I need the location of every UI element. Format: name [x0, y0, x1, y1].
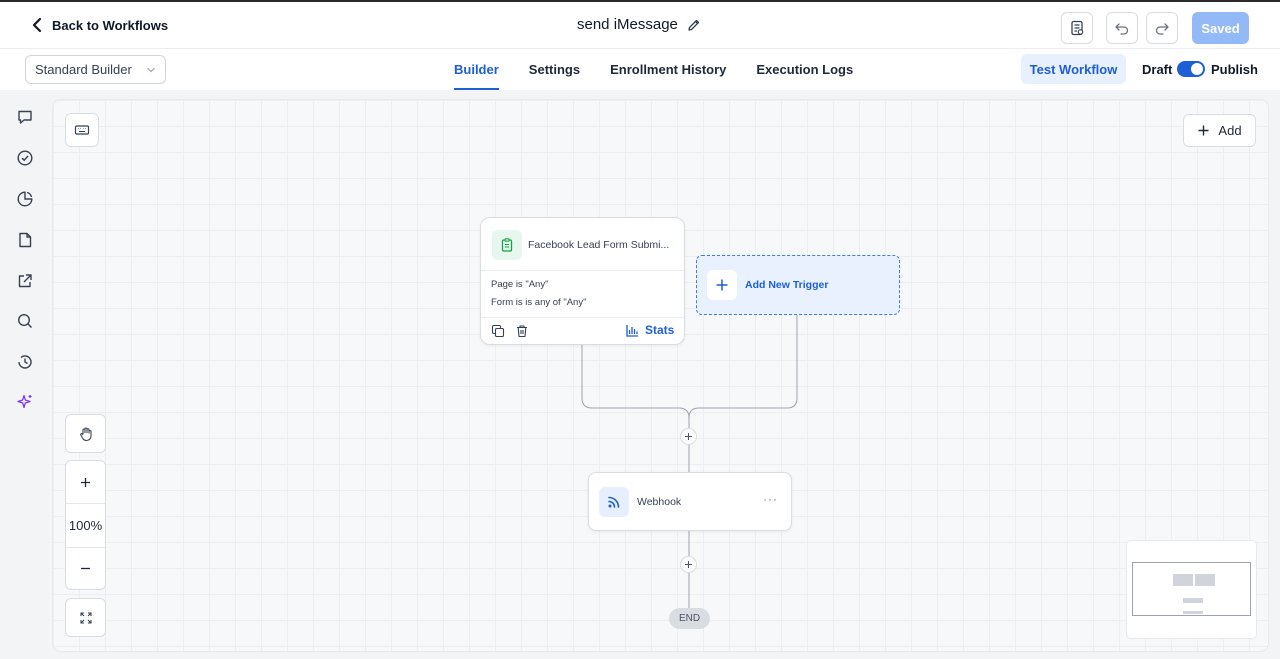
- redo-icon: [1155, 23, 1169, 35]
- pan-mode-button[interactable]: [65, 414, 106, 453]
- trigger-condition: Form is is any of "Any": [491, 297, 587, 308]
- plus-icon: [685, 561, 692, 568]
- publish-label: Publish: [1211, 62, 1258, 77]
- minimap-node: [1173, 574, 1193, 586]
- bar-chart-icon: [626, 324, 638, 337]
- pencil-icon[interactable]: [687, 18, 701, 32]
- chat-icon[interactable]: [16, 108, 34, 126]
- plus-icon: [685, 433, 692, 440]
- sparkles-icon[interactable]: [16, 393, 34, 411]
- check-circle-icon[interactable]: [16, 149, 34, 167]
- connector-lines: [581, 315, 798, 608]
- builder-mode-value: Standard Builder: [35, 62, 132, 77]
- more-options-button[interactable]: ···: [763, 492, 778, 506]
- minus-icon: [81, 567, 90, 570]
- tab-builder[interactable]: Builder: [454, 49, 499, 90]
- redo-button[interactable]: [1146, 12, 1178, 44]
- add-step-button[interactable]: [680, 428, 697, 445]
- back-label: Back to Workflows: [52, 17, 169, 33]
- plus-icon: [707, 270, 737, 300]
- workflow-canvas[interactable]: Add 100% Facebook Lead Form Submi... Pag…: [53, 100, 1268, 651]
- stats-label: Stats: [645, 323, 675, 337]
- minimap-node: [1183, 598, 1203, 603]
- hand-icon: [79, 426, 92, 441]
- zoom-out-button[interactable]: [66, 548, 105, 589]
- tab-settings[interactable]: Settings: [529, 49, 580, 90]
- file-icon[interactable]: [16, 231, 34, 249]
- fit-view-button[interactable]: [65, 598, 106, 637]
- pie-chart-icon[interactable]: [16, 190, 34, 208]
- trigger-condition: Page is "Any": [491, 279, 549, 290]
- chevron-left-icon: [32, 17, 42, 33]
- webhook-label: Webhook: [637, 496, 682, 508]
- document-list-icon: [1071, 20, 1084, 36]
- trigger-card[interactable]: Facebook Lead Form Submi... Page is "Any…: [480, 217, 685, 345]
- builder-mode-select[interactable]: Standard Builder: [25, 55, 166, 84]
- zoom-controls: 100%: [65, 460, 106, 590]
- stats-link[interactable]: Stats: [626, 323, 674, 337]
- minimap-node: [1195, 574, 1215, 586]
- minimap[interactable]: [1127, 541, 1256, 638]
- tab-execution-logs[interactable]: Execution Logs: [756, 49, 853, 90]
- zoom-level: 100%: [68, 518, 103, 533]
- divider: [481, 317, 684, 318]
- add-step-button[interactable]: [680, 556, 697, 573]
- draft-label: Draft: [1142, 62, 1173, 77]
- undo-button[interactable]: [1106, 12, 1138, 44]
- minimap-node: [1183, 611, 1203, 614]
- saved-button[interactable]: Saved: [1192, 12, 1249, 44]
- chevron-down-icon: [147, 67, 155, 73]
- add-new-trigger-label: Add New Trigger: [745, 279, 829, 291]
- clipboard-icon: [492, 230, 522, 260]
- external-link-icon[interactable]: [16, 272, 34, 290]
- tab-bar: Builder Settings Enrollment History Exec…: [454, 49, 883, 90]
- top-bar: Back to Workflows send iMessage Saved: [0, 0, 1280, 49]
- zoom-in-button[interactable]: [66, 461, 105, 503]
- builder-toolbar: Standard Builder Builder Settings Enroll…: [0, 49, 1280, 90]
- trigger-title: Facebook Lead Form Submi...: [528, 239, 670, 251]
- plus-icon: [81, 477, 90, 487]
- divider: [481, 270, 684, 271]
- minimap-viewport: [1132, 562, 1251, 616]
- search-icon[interactable]: [16, 312, 34, 330]
- rss-icon: [599, 487, 629, 517]
- tab-enrollment-history[interactable]: Enrollment History: [610, 49, 726, 90]
- left-rail: [0, 90, 50, 659]
- test-workflow-button[interactable]: Test Workflow: [1021, 54, 1126, 84]
- webhook-action-card[interactable]: Webhook ···: [588, 472, 792, 531]
- undo-icon: [1115, 23, 1129, 35]
- fit-screen-icon: [79, 611, 92, 624]
- workflow-title-area: send iMessage: [577, 16, 701, 33]
- copy-icon[interactable]: [491, 324, 505, 338]
- add-new-trigger-card[interactable]: Add New Trigger: [696, 255, 900, 315]
- end-node: END: [669, 608, 710, 629]
- back-to-workflows-link[interactable]: Back to Workflows: [32, 17, 168, 33]
- trash-icon[interactable]: [515, 324, 529, 338]
- publish-toggle[interactable]: [1177, 61, 1205, 77]
- workflow-notes-button[interactable]: [1061, 12, 1093, 44]
- history-icon[interactable]: [16, 353, 34, 371]
- workflow-title: send iMessage: [577, 16, 678, 33]
